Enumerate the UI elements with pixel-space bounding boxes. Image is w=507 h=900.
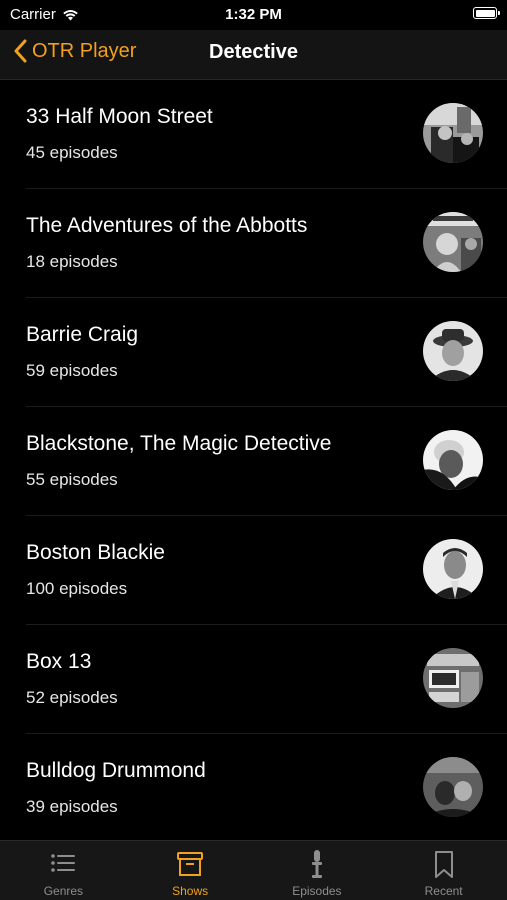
archive-box-icon	[177, 852, 204, 876]
show-artwork-icon	[423, 103, 483, 163]
show-title: Bulldog Drummond	[26, 759, 206, 782]
show-list: 33 Half Moon Street 45 episodes The Adve…	[0, 80, 507, 840]
episode-count: 39 episodes	[26, 797, 118, 816]
show-title: Barrie Craig	[26, 323, 139, 346]
show-row-33-half-moon-street[interactable]: 33 Half Moon Street 45 episodes	[0, 80, 507, 189]
show-artwork-icon	[423, 539, 483, 599]
episode-count: 45 episodes	[26, 143, 118, 162]
episode-count: 18 episodes	[26, 252, 118, 271]
list-icon	[51, 854, 76, 872]
tab-label: Genres	[43, 884, 84, 898]
show-title: Box 13	[26, 650, 92, 673]
page-title: Detective	[209, 41, 298, 63]
show-artwork-icon	[423, 321, 483, 381]
show-row-barrie-craig[interactable]: Barrie Craig 59 episodes	[0, 298, 507, 407]
show-row-bulldog-drummond[interactable]: Bulldog Drummond 39 episodes	[0, 734, 507, 840]
show-row-boston-blackie[interactable]: Boston Blackie 100 episodes	[0, 516, 507, 625]
status-time: 1:32 PM	[225, 6, 282, 23]
microphone-icon	[311, 850, 322, 878]
tab-bar: Genres Shows Episodes Recent	[0, 840, 507, 900]
show-artwork-icon	[423, 212, 483, 272]
tab-episodes[interactable]: Episodes	[254, 841, 381, 900]
tab-shows[interactable]: Shows	[127, 841, 254, 900]
show-artwork-icon	[423, 648, 483, 708]
show-artwork-icon	[423, 430, 483, 490]
tab-genres[interactable]: Genres	[0, 841, 127, 900]
tab-label: Shows	[172, 884, 209, 898]
show-row-blackstone-the-magic-detective[interactable]: Blackstone, The Magic Detective 55 episo…	[0, 407, 507, 516]
tab-recent[interactable]: Recent	[380, 841, 507, 900]
battery-icon	[473, 7, 500, 19]
episode-count: 52 episodes	[26, 688, 118, 707]
tab-label: Episodes	[292, 884, 342, 898]
show-artwork-icon	[423, 757, 483, 817]
tab-label: Recent	[424, 884, 463, 898]
status-bar: Carrier 1:32 PM	[0, 0, 507, 30]
episode-count: 100 episodes	[26, 579, 128, 598]
bookmark-icon	[434, 851, 453, 878]
show-row-the-adventures-of-the-abbotts[interactable]: The Adventures of the Abbotts 18 episode…	[0, 189, 507, 298]
episode-count: 55 episodes	[26, 470, 118, 489]
show-title: 33 Half Moon Street	[26, 105, 213, 128]
episode-count: 59 episodes	[26, 361, 118, 380]
show-title: Blackstone, The Magic Detective	[26, 432, 332, 455]
show-title: Boston Blackie	[26, 541, 165, 564]
show-row-box-13[interactable]: Box 13 52 episodes	[0, 625, 507, 734]
navigation-bar: OTR Player Detective	[0, 30, 507, 80]
show-title: The Adventures of the Abbotts	[26, 214, 308, 237]
